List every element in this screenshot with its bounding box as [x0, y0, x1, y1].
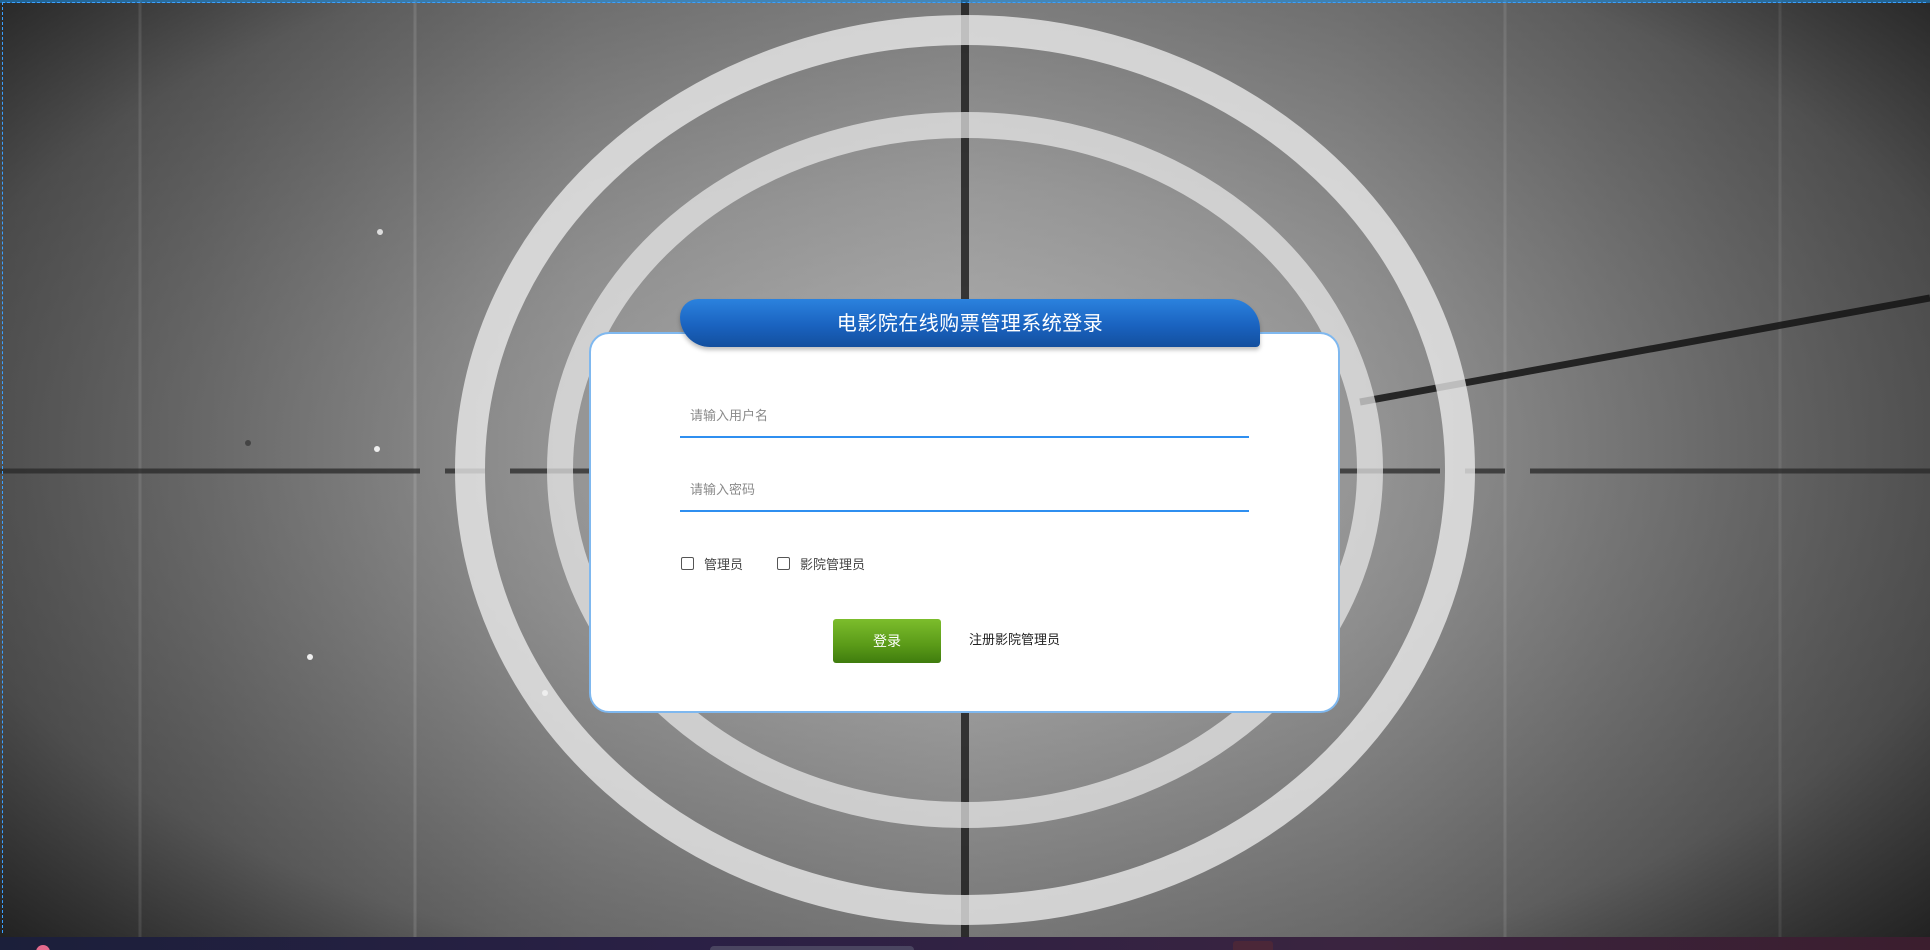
taskbar-search-pill[interactable]	[710, 946, 914, 950]
cinema-admin-checkbox[interactable]	[777, 557, 790, 570]
admin-checkbox[interactable]	[681, 557, 694, 570]
role-admin-option[interactable]: 管理员	[681, 554, 743, 573]
taskbar-window-button[interactable]	[1233, 941, 1273, 950]
register-cinema-admin-link[interactable]: 注册影院管理员	[969, 629, 1060, 648]
window-top-edge	[0, 0, 1930, 3]
browser-viewport: 电影院在线购票管理系统登录 管理员 影院管理员 登录 注册影院管理员	[0, 0, 1930, 950]
role-cinema-admin-option[interactable]: 影院管理员	[777, 554, 865, 573]
cinema-admin-checkbox-label: 影院管理员	[800, 558, 866, 573]
password-input[interactable]	[680, 470, 1249, 512]
login-button[interactable]: 登录	[833, 619, 941, 663]
taskbar	[0, 937, 1930, 950]
admin-checkbox-label: 管理员	[704, 558, 744, 573]
username-input[interactable]	[680, 396, 1249, 438]
login-card	[589, 332, 1340, 713]
login-title: 电影院在线购票管理系统登录	[680, 299, 1260, 347]
